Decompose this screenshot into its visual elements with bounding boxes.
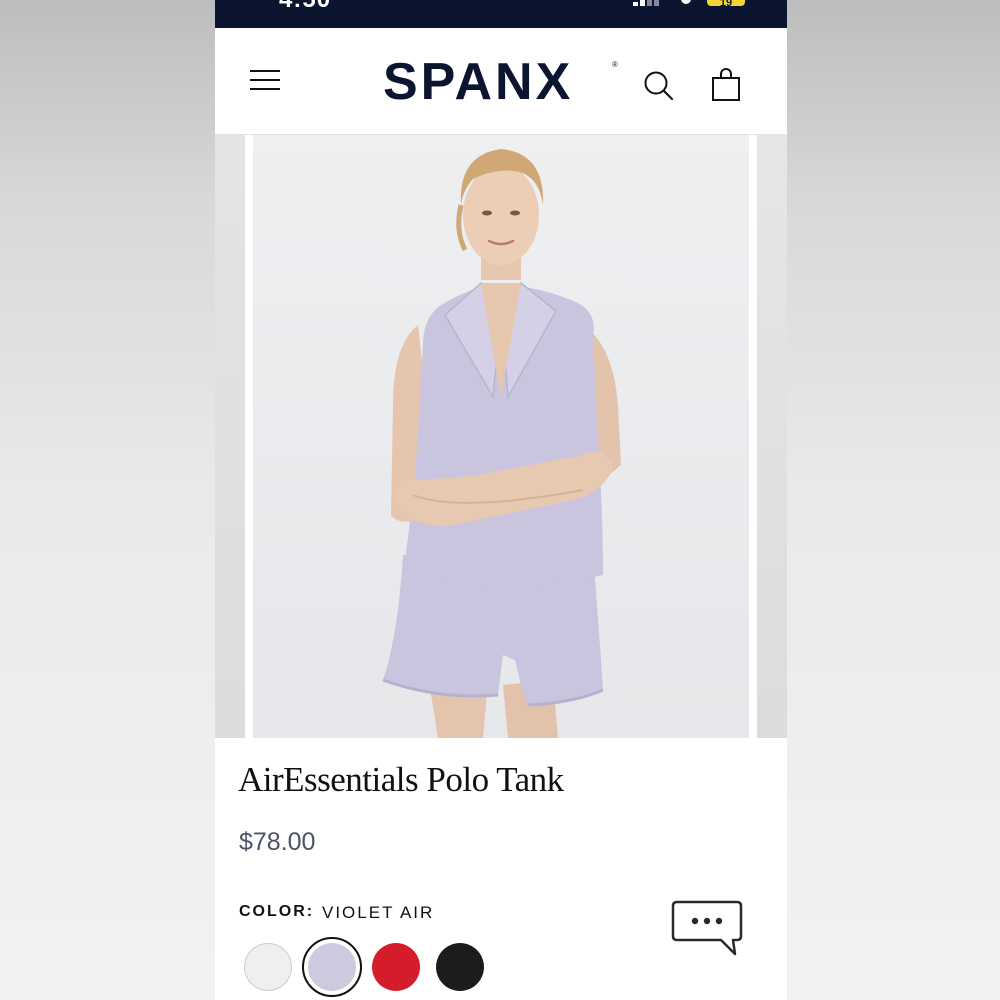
previous-image-peek[interactable] xyxy=(215,135,245,738)
background-right xyxy=(787,0,1000,1000)
chat-bubble-icon[interactable] xyxy=(671,898,743,958)
shopping-bag-icon[interactable] xyxy=(711,68,741,102)
wifi-icon xyxy=(681,0,691,4)
swatch-violet-air[interactable] xyxy=(308,943,356,991)
product-image-carousel[interactable] xyxy=(215,135,787,738)
phone-screen: 4:50 19 SPANX ® xyxy=(215,0,787,1000)
swatch-black[interactable] xyxy=(436,943,484,991)
status-time: 4:50 xyxy=(279,0,331,14)
next-image-peek[interactable] xyxy=(757,135,787,738)
signal-icon xyxy=(633,0,663,6)
product-photo[interactable] xyxy=(253,135,749,738)
background-left xyxy=(0,0,215,1000)
registered-mark: ® xyxy=(612,60,618,69)
status-bar: 4:50 19 xyxy=(215,0,787,28)
color-label: COLOR: xyxy=(239,903,315,920)
battery-level: 19 xyxy=(719,0,733,9)
swatch-red[interactable] xyxy=(372,943,420,991)
site-header: SPANX ® xyxy=(215,28,787,135)
battery-icon: 19 xyxy=(707,0,745,9)
spanx-logo[interactable]: SPANX xyxy=(383,52,573,112)
selected-color-name: VIOLET AIR xyxy=(322,903,435,922)
menu-icon[interactable] xyxy=(250,68,280,92)
swatch-white[interactable] xyxy=(244,943,292,991)
product-price: $78.00 xyxy=(239,828,316,856)
model-illustration xyxy=(382,149,621,738)
product-title: AirEssentials Polo Tank xyxy=(238,760,564,799)
search-icon[interactable] xyxy=(643,70,675,102)
